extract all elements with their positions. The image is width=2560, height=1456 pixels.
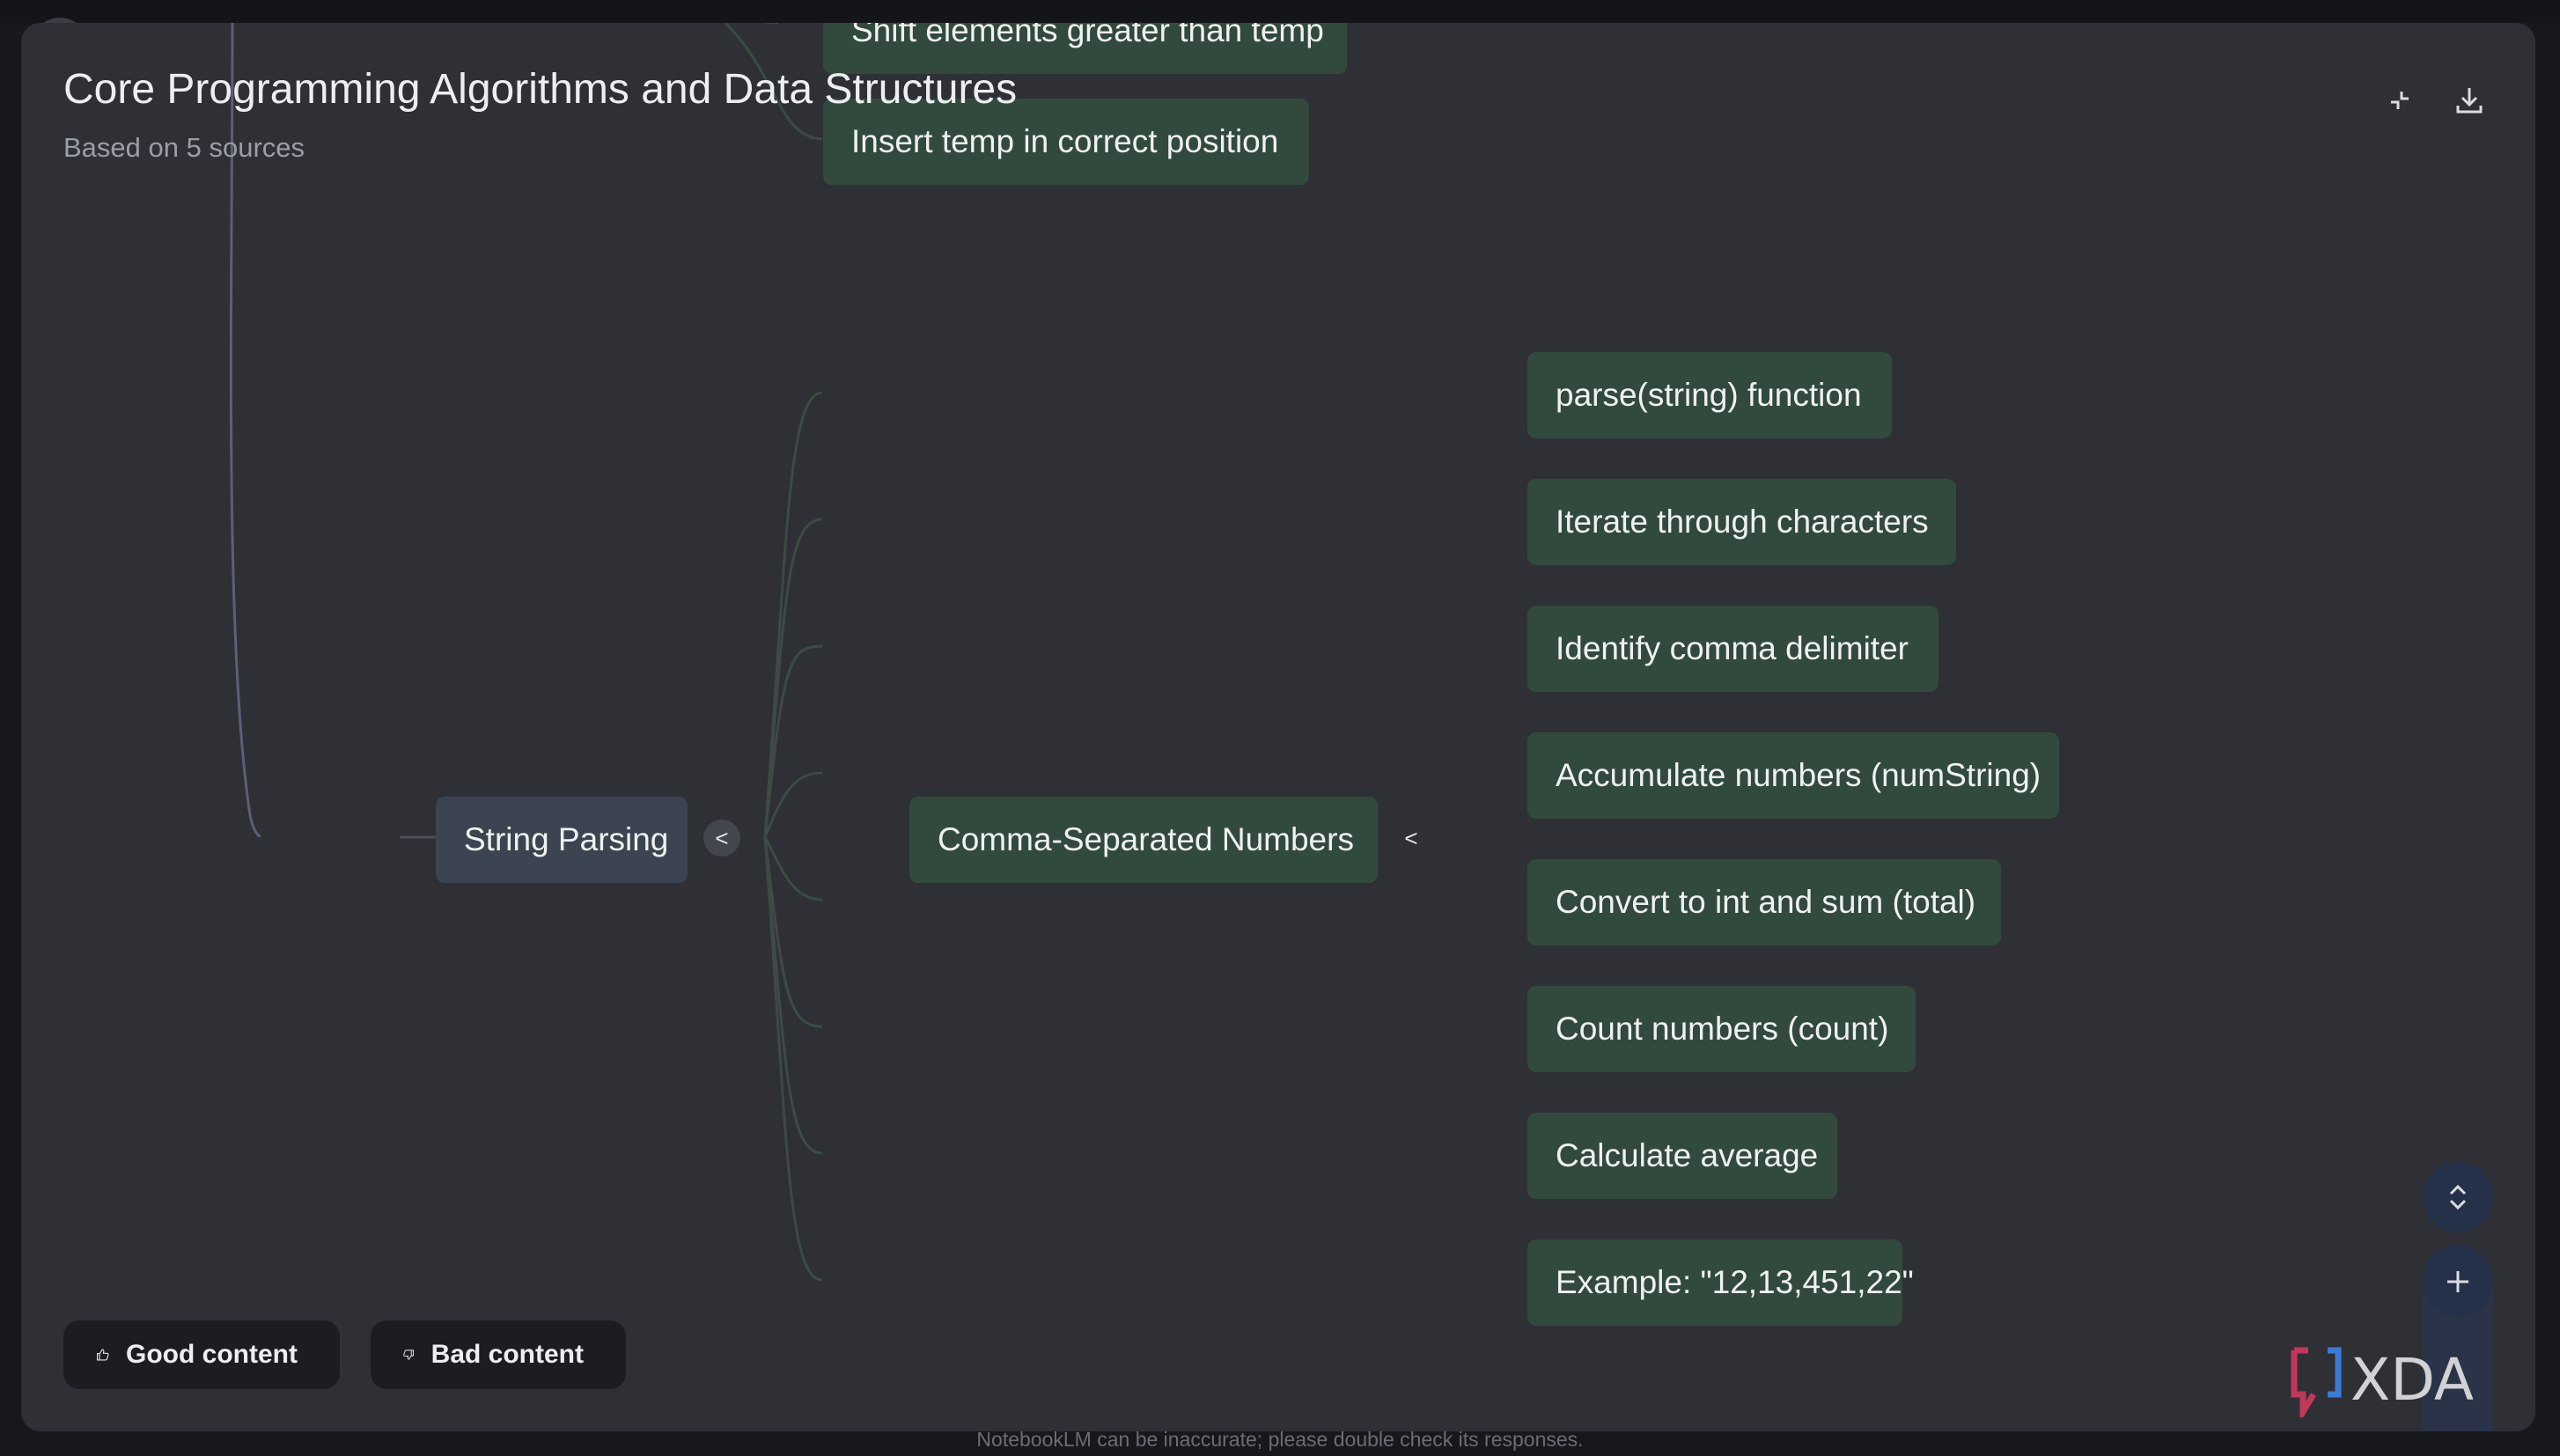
sources-subtitle: Based on 5 sources: [63, 132, 305, 163]
edge-leaf-4: [763, 836, 823, 901]
node-label: String Parsing: [464, 821, 669, 857]
good-content-label: Good content: [126, 1340, 298, 1369]
node-label: Insert temp in correct position: [851, 123, 1279, 159]
page-title: Core Programming Algorithms and Data Str…: [63, 66, 1018, 113]
mind-map-node-leaf[interactable]: Calculate average: [1527, 1113, 1837, 1199]
xda-watermark-logo: XDA: [2291, 1346, 2474, 1417]
thumbs-down-icon: [403, 1349, 414, 1360]
edge-leaf-3: [763, 771, 823, 838]
node-label: Example: "12,13,451,22": [1556, 1264, 1914, 1300]
collapse-toggle-child[interactable]: <: [1393, 820, 1430, 857]
mind-map-edges: [229, 23, 823, 1282]
mind-map-panel: Shift elements greater than temp Insert …: [21, 23, 2535, 1431]
bad-content-label: Bad content: [430, 1340, 584, 1369]
collapse-toggle-root[interactable]: <: [703, 820, 740, 857]
mind-map-node-leaf[interactable]: Convert to int and sum (total): [1527, 859, 2001, 945]
bad-content-button[interactable]: Bad content: [371, 1320, 626, 1389]
zoom-in-button[interactable]: [2423, 1246, 2493, 1317]
mind-map-node-leaf[interactable]: Example: "12,13,451,22": [1527, 1239, 1914, 1326]
top-bar: [0, 0, 2560, 23]
mind-map-canvas[interactable]: Shift elements greater than temp Insert …: [21, 23, 2535, 1431]
plus-icon: [2447, 1271, 2468, 1292]
mind-map-node-child[interactable]: Comma-Separated Numbers: [909, 797, 1378, 883]
xda-watermark-text: XDA: [2350, 1346, 2474, 1414]
mind-map-node-leaf[interactable]: Identify comma delimiter: [1527, 606, 1938, 692]
mind-map-node-root[interactable]: String Parsing: [436, 797, 688, 883]
node-label: Comma-Separated Numbers: [938, 821, 1354, 857]
chevron-left-icon: <: [1404, 824, 1418, 851]
good-content-button[interactable]: Good content: [63, 1320, 340, 1389]
mind-map-node-leaf[interactable]: Accumulate numbers (numString): [1527, 732, 2059, 819]
disclaimer-text: NotebookLM can be inaccurate; please dou…: [976, 1428, 1584, 1451]
collapse-fullscreen-button[interactable]: [2373, 74, 2426, 127]
node-label: parse(string) function: [1556, 377, 1862, 413]
node-label: Shift elements greater than temp: [851, 23, 1324, 48]
node-label: Iterate through characters: [1556, 504, 1929, 540]
node-label: Identify comma delimiter: [1556, 630, 1909, 666]
mind-map-node-leaf[interactable]: Count numbers (count): [1527, 986, 1916, 1072]
download-button[interactable]: [2443, 74, 2496, 127]
collapse-fullscreen-icon: [2391, 92, 2409, 109]
node-label: Count numbers (count): [1556, 1011, 1889, 1047]
download-icon: [2456, 88, 2483, 114]
chevron-left-icon: <: [715, 824, 729, 851]
node-label: Accumulate numbers (numString): [1556, 757, 2041, 793]
unfold-icon: [2449, 1184, 2467, 1210]
mind-map-node-leaf[interactable]: parse(string) function: [1527, 352, 1892, 438]
edge-leaf-1: [763, 518, 823, 838]
node-label: Convert to int and sum (total): [1556, 884, 1976, 920]
thumbs-up-icon: [96, 1349, 109, 1361]
mind-map-node-leaf[interactable]: Iterate through characters: [1527, 479, 1956, 565]
expand-collapse-all-button[interactable]: [2423, 1162, 2493, 1232]
edge-leaf-6: [763, 836, 823, 1155]
node-label: Calculate average: [1556, 1137, 1819, 1173]
